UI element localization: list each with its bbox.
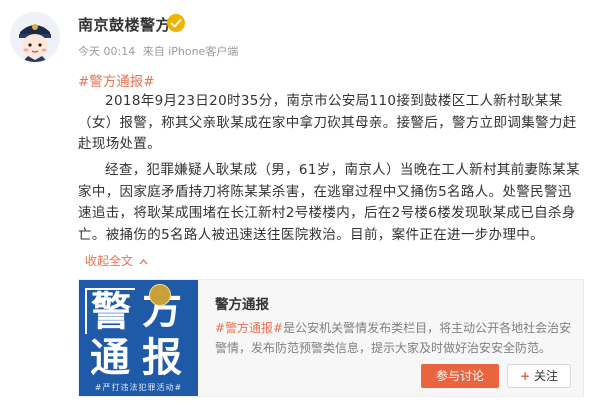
post-time[interactable]: 今天 00:14: [78, 45, 135, 58]
card-title[interactable]: 警方通报: [215, 293, 269, 313]
verified-badge-icon: [167, 14, 185, 32]
post-meta: 今天 00:14 来自 iPhone客户端: [78, 43, 242, 59]
avatar[interactable]: [10, 12, 60, 62]
topic-tag-link[interactable]: #警方通报#: [78, 70, 155, 90]
collapse-full-text-link[interactable]: 收起全文: [85, 252, 148, 269]
topic-card-image: 警 方 通 报 #严打违法犯罪活动#: [79, 280, 198, 396]
follow-label: 关注: [534, 369, 559, 383]
post-paragraph-2: 经查，犯罪嫌疑人耿某成（男，61岁，南京人）当晚在工人新村其前妻陈某某家中，因家…: [78, 162, 580, 243]
card-image-char: 警: [85, 288, 135, 334]
plus-icon: +: [519, 369, 531, 383]
username[interactable]: 南京鼓楼警方: [78, 14, 171, 35]
chevron-up-icon: [139, 254, 148, 268]
card-image-title: 警 方 通 报: [85, 288, 193, 384]
card-image-char: 通: [90, 334, 130, 381]
card-description: #警方通报#是公安机关警情发布类栏目，将主动公开各地社会治安警情，发布防范预警类…: [215, 318, 575, 358]
post-paragraph-1: 2018年9月23日20时35分，南京市公安局110接到鼓楼区工人新村耿某某（女…: [78, 93, 577, 153]
post-source: 来自 iPhone客户端: [142, 45, 239, 58]
card-image-slogan: #严打违法犯罪活动#: [94, 383, 183, 392]
join-discussion-button[interactable]: 参与讨论: [421, 364, 499, 388]
police-emblem-icon: [149, 284, 171, 306]
follow-button[interactable]: + 关注: [507, 364, 571, 388]
police-cartoon-avatar-icon: [10, 12, 60, 62]
card-image-char: 报: [142, 334, 182, 381]
collapse-label: 收起全文: [85, 254, 134, 268]
card-desc-tag[interactable]: #警方通报#: [215, 321, 283, 335]
topic-card[interactable]: 警 方 通 报 #严打违法犯罪活动# 警方通报 #警方通报#是公安机关警情发布类…: [78, 279, 584, 397]
